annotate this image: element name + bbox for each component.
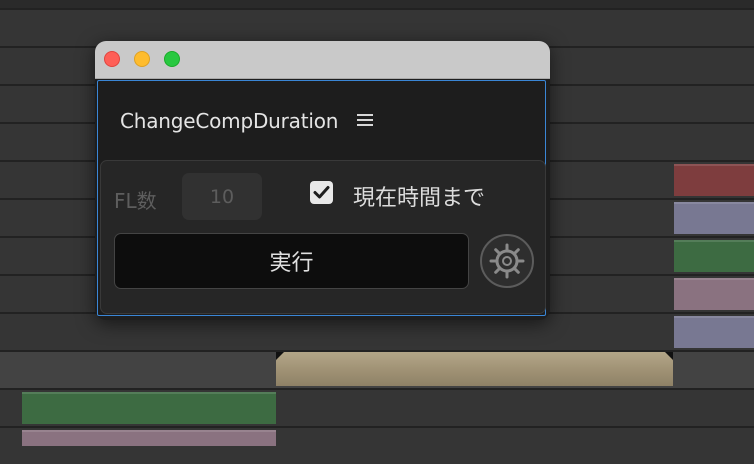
minimize-window-button[interactable] xyxy=(134,51,150,67)
controls-group: FL数 現在時間まで 実行 xyxy=(100,160,546,314)
window-titlebar[interactable] xyxy=(95,41,550,79)
layer-clip-red[interactable] xyxy=(674,164,754,196)
layer-clip-slate[interactable] xyxy=(674,316,754,348)
layer-clip-mauve[interactable] xyxy=(674,278,754,310)
gear-icon xyxy=(489,243,525,279)
layer-clip-green[interactable] xyxy=(22,392,276,424)
close-window-button[interactable] xyxy=(104,51,120,67)
fl-count-label: FL数 xyxy=(114,189,157,213)
script-panel: ChangeCompDuration FL数 現在時間まで 実行 xyxy=(97,80,546,316)
checkmark-icon xyxy=(313,186,330,199)
script-panel-window: ChangeCompDuration FL数 現在時間まで 実行 xyxy=(95,41,550,320)
run-button[interactable]: 実行 xyxy=(114,233,469,289)
hamburger-menu-icon[interactable] xyxy=(357,112,375,128)
current-time-checkbox-label[interactable]: 現在時間まで xyxy=(353,180,485,212)
layer-clip-slate[interactable] xyxy=(674,202,754,234)
layer-clip-tan[interactable] xyxy=(276,352,673,386)
maximize-window-button[interactable] xyxy=(164,51,180,67)
settings-button[interactable] xyxy=(480,234,534,288)
current-time-checkbox[interactable] xyxy=(310,181,333,204)
panel-title: ChangeCompDuration xyxy=(120,109,339,133)
layer-clip-green[interactable] xyxy=(674,240,754,272)
fl-count-input[interactable] xyxy=(182,173,262,220)
